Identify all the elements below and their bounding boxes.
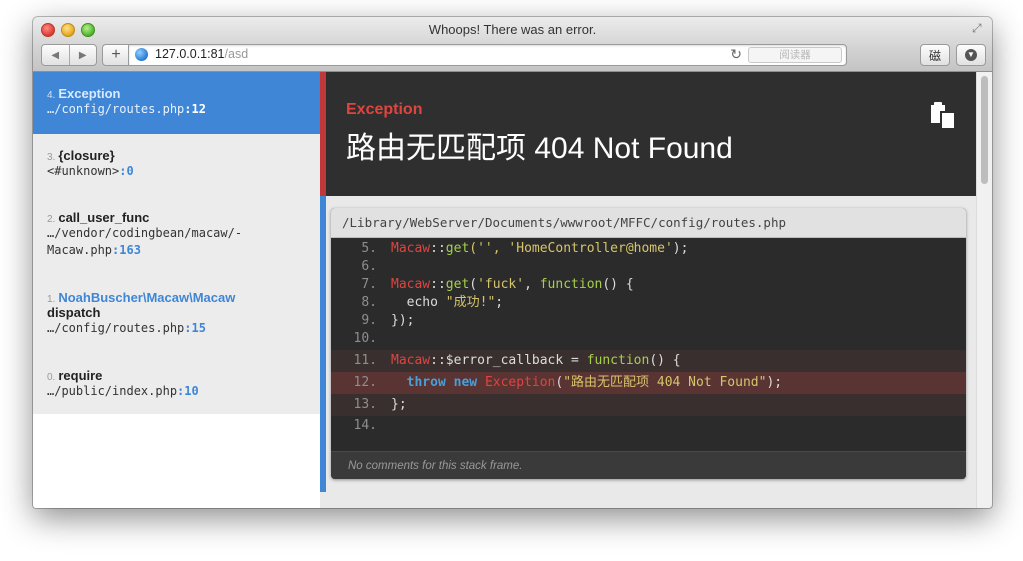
url-host: 127.0.0.1:81 <box>155 47 225 61</box>
address-bar[interactable]: 127.0.0.1:81/asd ↻ 阅读器 <box>128 44 847 66</box>
frame-index: 4. <box>47 90 56 101</box>
line-number: 12. <box>353 375 377 390</box>
frame-comments: No comments for this stack frame. <box>331 451 966 479</box>
line-content: }); <box>391 313 415 328</box>
frame-file: Macaw.php <box>47 243 113 257</box>
navigation-buttons: ◀ ▶ <box>41 44 97 66</box>
stack-frame-4[interactable]: 4. Exception …/config/routes.php:12 <box>33 72 320 134</box>
scroll-thumb[interactable] <box>981 76 988 184</box>
exception-header: Exception 路由无匹配项 404 Not Found <box>320 72 976 196</box>
code-line-highlighted: 13. }; <box>331 394 966 416</box>
code-line: 5. Macaw::get('', 'HomeController@home')… <box>331 240 966 258</box>
back-arrow-icon: ◀ <box>51 49 60 61</box>
line-number: 13. <box>353 397 377 412</box>
stack-frame-3[interactable]: 3. {closure} <#unknown>:0 <box>33 134 320 196</box>
frame-line: :10 <box>177 384 199 398</box>
file-path[interactable]: /Library/WebServer/Documents/wwwroot/MFF… <box>331 208 966 238</box>
line-number: 11. <box>353 353 377 368</box>
frame-class: dispatch <box>47 305 101 320</box>
frame-file: …/config/routes.php <box>47 102 185 116</box>
fullscreen-icon[interactable]: ⤢ <box>972 21 986 35</box>
downloads-button[interactable]: ▼ <box>956 44 986 66</box>
code-panel: /Library/WebServer/Documents/wwwroot/MFF… <box>331 208 966 479</box>
url-path: /asd <box>224 47 249 61</box>
exception-message: 路由无匹配项 404 Not Found <box>346 132 733 165</box>
line-number: 5. <box>361 241 377 256</box>
reader-button[interactable]: 阅读器 <box>748 47 842 63</box>
forward-button[interactable]: ▶ <box>68 45 97 65</box>
stack-frame-0[interactable]: 0. require …/public/index.php:10 <box>33 354 320 414</box>
frame-file: …/config/routes.php <box>47 321 185 335</box>
back-button[interactable]: ◀ <box>42 45 69 65</box>
code-line: 14. <box>331 417 966 435</box>
code-line: 6. <box>331 258 966 276</box>
frame-class: call_user_func <box>58 210 150 225</box>
line-number: 6. <box>361 259 377 274</box>
frame-index: 1. <box>47 294 56 305</box>
forward-arrow-icon: ▶ <box>78 49 87 61</box>
stack-frame-1[interactable]: 1. NoahBuscher\Macaw\Macaw dispatch …/con… <box>33 276 320 354</box>
plus-icon: + <box>111 46 121 63</box>
code-line: 8. echo "成功!"; <box>331 294 966 312</box>
frames-empty-area <box>33 414 320 508</box>
line-content: throw new Exception("路由无匹配项 404 Not Foun… <box>406 375 783 390</box>
code-line: 10. <box>331 330 966 348</box>
frame-index: 3. <box>47 152 56 163</box>
exception-class: Exception <box>346 101 423 118</box>
line-content: Macaw::$error_callback = function() { <box>391 353 681 368</box>
frame-file: <#unknown> <box>47 164 120 178</box>
extension-button[interactable]: 磁 <box>920 44 950 66</box>
frame-line: :163 <box>112 243 141 257</box>
window-title: Whoops! There was an error. <box>428 22 597 37</box>
download-icon: ▼ <box>965 49 977 61</box>
reload-icon[interactable]: ↻ <box>730 46 742 63</box>
line-number: 14. <box>353 418 377 433</box>
line-number: 7. <box>361 277 377 292</box>
line-content: Macaw::get('', 'HomeController@home'); <box>391 241 689 256</box>
code-line: 9. }); <box>331 312 966 330</box>
details-panel: Exception 路由无匹配项 404 Not Found /Library/… <box>320 72 976 508</box>
line-content: echo "成功!"; <box>391 295 504 310</box>
globe-icon <box>135 48 148 61</box>
frame-index: 0. <box>47 372 56 383</box>
line-number: 8. <box>361 295 377 310</box>
copy-icon[interactable] <box>928 100 958 130</box>
frame-class: {closure} <box>58 148 115 163</box>
code-line-current: 12. throw new Exception("路由无匹配项 404 Not … <box>331 372 966 394</box>
line-number: 10. <box>353 331 377 346</box>
frame-file: …/public/index.php <box>47 384 178 398</box>
title-bar: Whoops! There was an error. ⤢ ◀ ▶ + 127.… <box>33 17 992 72</box>
frame-class: require <box>58 368 103 383</box>
frame-line: :15 <box>184 321 206 335</box>
code-line: 7. Macaw::get('fuck', function() { <box>331 276 966 294</box>
vertical-scrollbar[interactable] <box>976 72 992 508</box>
line-content: Macaw::get('fuck', function() { <box>391 277 634 292</box>
line-number: 9. <box>361 313 377 328</box>
stack-frames-panel: 4. Exception …/config/routes.php:12 3. {cl… <box>33 72 320 508</box>
frame-class: Exception <box>58 86 121 101</box>
frame-line: :0 <box>119 164 134 178</box>
code-block: 5. Macaw::get('', 'HomeController@home')… <box>331 238 966 451</box>
url-text[interactable]: 127.0.0.1:81/asd <box>155 47 248 61</box>
active-frame-accent <box>320 196 326 492</box>
frame-line: :12 <box>184 102 206 116</box>
frame-class-namespace: NoahBuscher\Macaw\Macaw <box>58 290 236 305</box>
stack-frame-2[interactable]: 2. call_user_func …/vendor/codingbean/mac… <box>33 196 320 276</box>
frame-index: 2. <box>47 214 56 225</box>
add-bookmark-button[interactable]: + <box>102 44 129 66</box>
frame-file-line1: …/vendor/codingbean/macaw/- <box>47 226 243 240</box>
browser-window: Whoops! There was an error. ⤢ ◀ ▶ + 127.… <box>33 17 992 508</box>
line-content: }; <box>391 397 407 412</box>
code-line-highlighted: 11. Macaw::$error_callback = function() … <box>331 350 966 372</box>
page-content: 4. Exception …/config/routes.php:12 3. {cl… <box>33 72 992 508</box>
